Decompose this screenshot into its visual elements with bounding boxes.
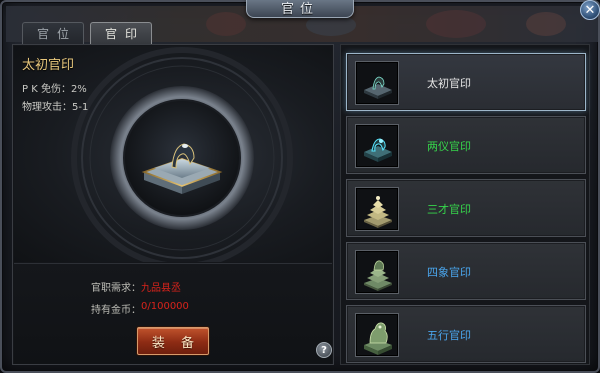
tab-guanwei[interactable]: 官位 xyxy=(22,22,84,44)
gold-line: 持有金币： 0/100000 xyxy=(14,301,332,316)
equip-info-area: 官职需求： 九品县丞 持有金币： 0/100000 装 备 ? xyxy=(14,263,332,364)
seal-name-liangyi: 两仪官印 xyxy=(427,140,471,153)
tab-guanyin[interactable]: 官印 xyxy=(90,22,152,44)
jade-seal-cyan-icon xyxy=(355,124,399,168)
requirement-value: 九品县丞 xyxy=(141,283,181,294)
requirement-label: 官职需求： xyxy=(91,283,141,294)
seal-name-title: 太初官印 xyxy=(22,58,75,73)
seal-item-sancai[interactable]: 三才官印 xyxy=(346,179,586,237)
jade-seal-dark-icon xyxy=(355,61,399,105)
seal-item-liangyi[interactable]: 两仪官印 xyxy=(346,116,586,174)
window-title-plate: 官位 xyxy=(246,0,354,18)
seal-detail-panel: 太初官印 P K 免伤：2% 物理攻击：5-1 官职需求： 九品县丞 持有金币：… xyxy=(12,44,334,365)
seal-item-taichu[interactable]: 太初官印 xyxy=(346,53,586,111)
help-icon[interactable]: ? xyxy=(316,342,332,358)
stat-pk-damage-reduction: P K 免伤：2% xyxy=(22,84,87,95)
seal-list: 太初官印 两仪官印 三才官印 四象官印 五行官印 xyxy=(340,44,590,365)
window-title: 官位 xyxy=(280,2,319,17)
seal-name-wuxing: 五行官印 xyxy=(427,329,471,342)
seal-name-taichu: 太初官印 xyxy=(427,77,471,90)
close-button[interactable]: ✕ xyxy=(580,0,600,20)
seal-item-wuxing[interactable]: 五行官印 xyxy=(346,305,586,363)
seal-name-sixiang: 四象官印 xyxy=(427,266,471,279)
stat-physical-attack: 物理攻击：5-1 xyxy=(22,102,89,113)
beast-seal-green-icon xyxy=(355,313,399,357)
seal-item-sixiang[interactable]: 四象官印 xyxy=(346,242,586,300)
gold-label: 持有金币： xyxy=(91,305,141,316)
close-icon: ✕ xyxy=(584,2,596,18)
seal-name-sancai: 三才官印 xyxy=(427,203,471,216)
gold-value: 0/100000 xyxy=(141,301,189,312)
seal-preview-area: 太初官印 P K 免伤：2% 物理攻击：5-1 xyxy=(14,46,332,262)
ornate-ring-frame xyxy=(71,47,293,262)
requirement-line: 官职需求： 九品县丞 xyxy=(14,279,332,294)
pyramid-seal-tan-icon xyxy=(355,187,399,231)
equip-button[interactable]: 装 备 xyxy=(137,327,209,355)
pyramid-seal-green-icon xyxy=(355,250,399,294)
